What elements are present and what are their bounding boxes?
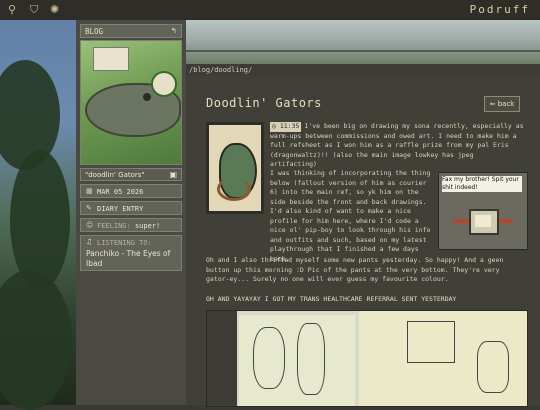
save-icon[interactable]: ▣ (169, 170, 177, 179)
meme-image[interactable]: Fax my brother! Spit your shit indeed! (438, 172, 528, 250)
sketch-figure (297, 323, 325, 395)
date-row: ▦ MAR 05 2026 (80, 184, 182, 198)
sketch-figure (477, 341, 509, 393)
top-bar: ⚲ ⛉ ✺ Podruff (0, 0, 540, 20)
blog-header: BLOG ↰ (80, 24, 182, 38)
calendar-icon: ▦ (86, 187, 93, 195)
bicycle-icon[interactable]: ⚲ (8, 3, 16, 16)
paragraph-1: ◷ 11:35 I've been big on drawing my sona … (270, 122, 524, 170)
post-title-bar: "doodlin' Gators" ▣ (80, 168, 182, 181)
sticker (93, 47, 129, 71)
page-title: Doodlin' Gators (206, 96, 322, 110)
sun-icon[interactable]: ✺ (50, 3, 59, 16)
header-banner-photo (186, 20, 540, 64)
feeling-value: super! (134, 222, 161, 230)
pencil-icon: ✎ (86, 204, 92, 212)
gator-tail (217, 177, 251, 201)
sticker-badge (151, 71, 177, 97)
gator-eye (143, 93, 151, 101)
post-date: MAR 05 2026 (97, 188, 144, 196)
paragraph-1-text: I've been big on drawing my sona recentl… (270, 122, 524, 168)
headphones-icon: ♫ (86, 238, 93, 246)
breadcrumb: /blog/doodling/ (186, 64, 540, 76)
tree-foliage (0, 270, 72, 410)
back-label: back (497, 100, 515, 108)
tooth-icon[interactable]: ⛉ (30, 3, 38, 17)
art-app-toolbar (207, 311, 237, 406)
listening-label: LISTENING TO: (97, 239, 152, 247)
sidebar: BLOG ↰ "doodlin' Gators" ▣ ▦ MAR 05 2026… (76, 20, 188, 405)
listening-value: Panchiko - The Eyes of Ibad (86, 249, 171, 268)
sidebar-post-title: "doodlin' Gators" (85, 171, 145, 179)
sketch-figure (253, 327, 285, 389)
paragraph-2: I was thinking of incorporating the thin… (270, 169, 431, 263)
fence-line (186, 50, 540, 52)
tree-foliage (10, 150, 70, 290)
post-thumbnail (80, 40, 182, 165)
feeling-label: FEELING: (97, 222, 131, 230)
back-button[interactable]: ⇐ back (484, 96, 520, 112)
post-time: 11:35 (279, 122, 300, 130)
entry-type-row: ✎ DIARY ENTRY (80, 201, 182, 215)
smiley-icon: ☺ (86, 221, 94, 229)
feeling-text: FEELING: super! (97, 222, 160, 230)
site-brand[interactable]: Podruff (470, 3, 530, 16)
paragraph-3: Oh and I also thrifted myself some new p… (206, 256, 504, 283)
meme-caption: Fax my brother! Spit your shit indeed! (442, 176, 522, 192)
gator-sketch-image[interactable] (206, 122, 264, 214)
entry-type: DIARY ENTRY (97, 205, 144, 213)
paragraph-4: OH AND YAYAYAY I GOT MY TRANS HEALTHCARE… (206, 295, 457, 303)
post-content: Doodlin' Gators ⇐ back ◷ 11:35 I've been … (186, 76, 540, 407)
sketch-screenshot-image[interactable] (206, 310, 528, 407)
robot-screen (475, 215, 491, 227)
sketch-figure (407, 321, 455, 363)
return-icon[interactable]: ↰ (171, 26, 177, 35)
time-badge: ◷ 11:35 (270, 122, 302, 132)
feeling-row: ☺ FEELING: super! (80, 218, 182, 232)
listening-row: ♫ LISTENING TO: Panchiko - The Eyes of I… (80, 235, 182, 271)
robot-drawing (469, 209, 499, 235)
blog-label: BLOG (85, 27, 104, 36)
